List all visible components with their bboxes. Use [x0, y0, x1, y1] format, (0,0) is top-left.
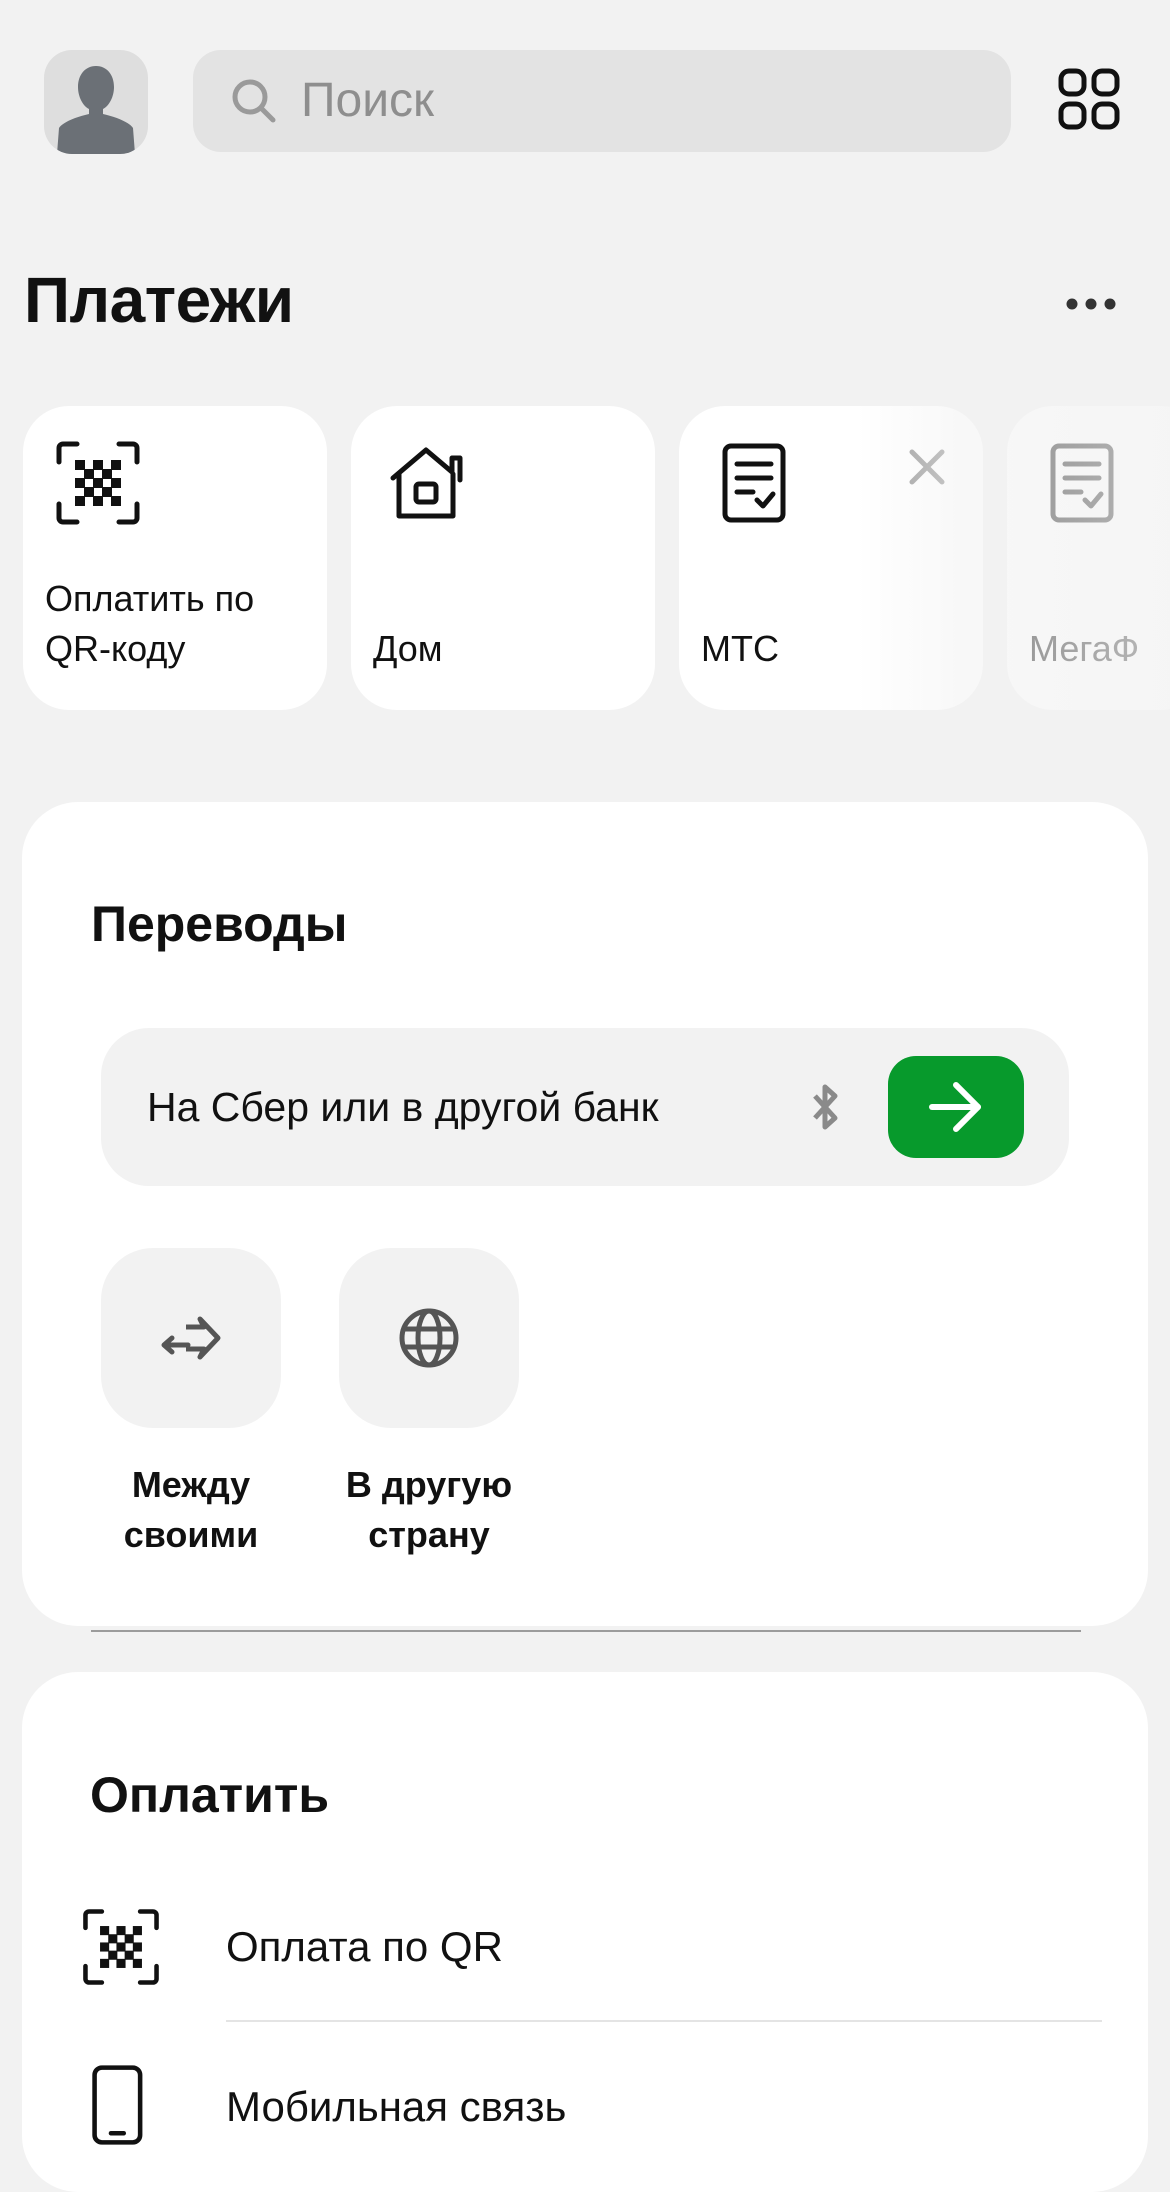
search-placeholder: Поиск — [301, 74, 435, 127]
pay-row-label: Мобильная связь — [226, 2083, 567, 2130]
search-icon — [232, 79, 276, 123]
tile-label: МегаФ — [1029, 628, 1140, 669]
qr-scan-icon — [83, 1909, 159, 1985]
divider — [91, 1630, 1081, 1632]
transfer-abroad-button[interactable] — [339, 1248, 519, 1428]
payment-tile-megafon[interactable]: МегаФ — [1007, 406, 1170, 710]
pay-title: Оплатить — [90, 1767, 330, 1823]
transfer-recipient-field[interactable]: На Сбер или в другой банк — [101, 1028, 1069, 1186]
search-field[interactable]: Поиск — [193, 50, 1011, 152]
transfers-title: Переводы — [91, 896, 348, 952]
phone-icon — [92, 2065, 143, 2145]
transfer-field-text: На Сбер или в другой банк — [147, 1084, 659, 1130]
transfer-between-own-button[interactable] — [101, 1248, 281, 1428]
payments-title: Платежи — [24, 264, 294, 336]
user-silhouette-icon — [57, 66, 135, 154]
pay-row-label: Оплата по QR — [226, 1923, 503, 1970]
bluetooth-icon[interactable] — [801, 1082, 851, 1132]
arrow-right-icon — [929, 1082, 981, 1132]
globe-icon — [399, 1308, 459, 1368]
more-options-icon[interactable] — [1066, 296, 1116, 312]
pay-row-qr[interactable]: Оплата по QR — [80, 1902, 1102, 1992]
qr-scan-icon — [56, 441, 140, 525]
tile-label: Оплатить по QR-коду — [45, 578, 255, 669]
tile-label: Дом — [373, 628, 443, 669]
row-divider — [226, 2020, 1102, 2022]
transfer-go-button[interactable] — [888, 1056, 1024, 1158]
receipt-icon — [1050, 443, 1114, 523]
home-icon — [390, 447, 463, 519]
payment-tile-home[interactable]: Дом — [351, 406, 655, 710]
transfer-between-own-label: Между своими — [123, 1464, 259, 1555]
avatar[interactable] — [44, 50, 148, 154]
pay-row-mobile[interactable]: Мобильная связь — [80, 2058, 1102, 2153]
exchange-arrows-icon — [161, 1316, 221, 1360]
receipt-icon — [722, 443, 786, 523]
apps-grid-icon[interactable] — [1058, 68, 1120, 130]
transfer-abroad-label: В другую страну — [345, 1464, 513, 1555]
payment-tile-qr[interactable]: Оплатить по QR-коду — [23, 406, 327, 710]
close-icon[interactable] — [904, 444, 950, 490]
tile-label: МТС — [701, 628, 779, 669]
